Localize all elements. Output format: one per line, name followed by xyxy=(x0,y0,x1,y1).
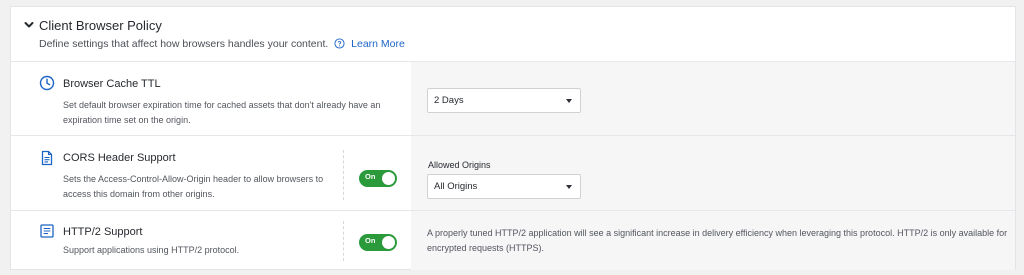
learn-more-link[interactable]: Learn More xyxy=(351,38,405,50)
row-description: Sets the Access-Control-Allow-Origin hea… xyxy=(63,174,324,199)
row-description: Set default browser expiration time for … xyxy=(63,100,381,125)
toggle-label: On xyxy=(365,236,376,245)
select-value: All Origins xyxy=(434,181,478,192)
section-description-text: Define settings that affect how browsers… xyxy=(39,38,329,50)
row-divider xyxy=(343,150,344,200)
row-divider xyxy=(343,221,344,261)
caret-down-icon xyxy=(566,185,572,189)
select-value: 2 Days xyxy=(434,95,464,106)
chevron-down-icon[interactable] xyxy=(23,19,35,31)
toggle-knob xyxy=(382,172,395,185)
list-icon xyxy=(40,224,54,238)
allowed-origins-label: Allowed Origins xyxy=(428,160,491,170)
row-control-area: A properly tuned HTTP/2 application will… xyxy=(411,211,1015,270)
http2-support-row: HTTP/2 Support Support applications usin… xyxy=(11,210,1015,270)
browser-cache-ttl-select[interactable]: 2 Days xyxy=(427,88,581,113)
allowed-origins-select[interactable]: All Origins xyxy=(427,174,581,199)
section-header: Client Browser Policy Define settings th… xyxy=(11,7,1015,63)
clock-icon xyxy=(39,75,55,91)
row-title: Browser Cache TTL xyxy=(63,78,161,90)
cors-toggle[interactable]: On xyxy=(359,170,397,187)
client-browser-policy-panel: Client Browser Policy Define settings th… xyxy=(10,6,1016,270)
http2-info-text: A properly tuned HTTP/2 application will… xyxy=(427,228,1008,253)
help-circle-icon[interactable] xyxy=(334,38,345,49)
row-title: CORS Header Support xyxy=(63,152,176,164)
section-title: Client Browser Policy xyxy=(39,18,162,33)
section-description: Define settings that affect how browsers… xyxy=(39,38,405,50)
row-title: HTTP/2 Support xyxy=(63,226,143,238)
document-icon xyxy=(41,150,53,166)
row-control-area: Allowed Origins All Origins xyxy=(411,136,1015,210)
caret-down-icon xyxy=(566,99,572,103)
toggle-label: On xyxy=(365,172,376,181)
row-control-area: 2 Days xyxy=(411,62,1015,135)
toggle-knob xyxy=(382,236,395,249)
browser-cache-ttl-row: Browser Cache TTL Set default browser ex… xyxy=(11,61,1015,135)
row-description: Support applications using HTTP/2 protoc… xyxy=(63,245,240,255)
cors-header-support-row: CORS Header Support Sets the Access-Cont… xyxy=(11,135,1015,210)
http2-toggle[interactable]: On xyxy=(359,234,397,251)
